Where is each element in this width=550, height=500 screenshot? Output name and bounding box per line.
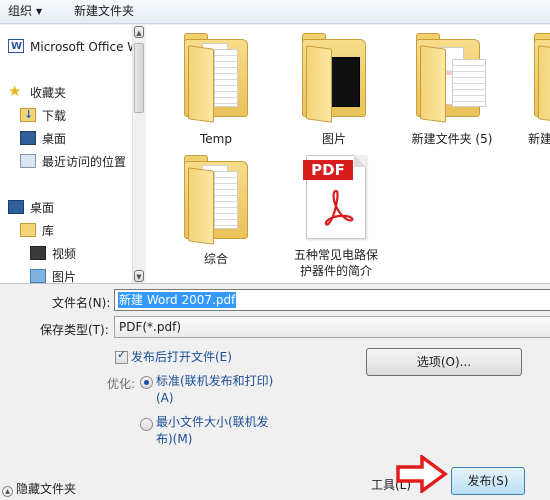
red-pointer-arrow-icon [396,455,448,493]
filetype-select[interactable]: PDF(*.pdf) [114,316,550,338]
nav-item-label: 图片 [52,270,77,283]
nav-item-desktop[interactable]: 桌面 [8,198,54,218]
file-item-new-partial[interactable]: 新建 [520,31,550,151]
file-item-temp[interactable]: Temp [166,31,266,151]
organize-label: 组织 [8,4,33,18]
pane-divider [0,283,550,284]
file-name: Temp [200,132,232,146]
nav-item-videos[interactable]: 视频 [30,244,76,264]
standard-label-line-2[interactable]: (A) [156,390,174,407]
nav-item-label: 最近访问的位置 [42,155,127,169]
star-icon [8,81,24,101]
hide-folders-toggle[interactable]: ▲ 隐藏文件夹 [2,480,76,497]
nav-item-pictures[interactable]: 图片 [30,267,76,283]
nav-item-label: 桌面 [30,201,55,215]
desktop-icon [20,131,36,145]
word-icon [8,37,24,57]
collapse-arrow-icon: ▲ [2,486,13,497]
library-icon [20,223,36,237]
options-button[interactable]: 选项(O)... [366,348,522,376]
open-after-publish-label[interactable]: 发布后打开文件(E) [131,349,232,366]
file-name: 综合 [203,252,228,266]
organize-menu-button[interactable]: 组织 ▼ [8,3,42,20]
standard-radio[interactable] [140,376,153,389]
nav-item-recent-places[interactable]: 最近访问的位置 [20,152,126,172]
filename-value: 新建 Word 2007.pdf [118,292,237,308]
file-name-line-1: 五种常见电路保 [293,248,378,262]
radio-selected-dot [144,380,149,385]
publish-button[interactable]: 发布(S) [451,467,525,495]
nav-item-microsoft-office-word[interactable]: Microsoft Office W [8,37,132,57]
file-item-general[interactable]: 综合 [166,153,266,266]
standard-label-line-1[interactable]: 标准(联机发布和打印) [156,373,273,390]
pdf-badge: PDF [303,160,353,180]
nav-item-downloads[interactable]: 下载 [20,105,67,126]
new-folder-button[interactable]: 新建文件夹 [74,3,134,20]
nav-item-label: 下载 [42,109,67,123]
filename-input[interactable]: 新建 Word 2007.pdf [114,289,550,311]
acrobat-logo-icon [324,189,354,226]
minimum-size-label-line-1[interactable]: 最小文件大小(联机发 [156,414,269,431]
file-item-pictures[interactable]: 图片 [284,31,384,151]
hide-folders-label: 隐藏文件夹 [16,482,77,496]
nav-item-label: Microsoft Office W [30,40,132,54]
nav-item-libraries[interactable]: 库 [20,221,54,241]
nav-item-label: 收藏夹 [30,86,67,100]
open-after-publish-checkbox[interactable]: ✓ [115,348,128,364]
scroll-down-icon[interactable]: ▼ [134,270,144,282]
file-list: Temp 图片 新建文件夹 (5) 新建 综合 PDF 五种常见电路保 护器件的… [146,25,550,283]
nav-scrollbar[interactable]: ▲ ▼ [132,25,144,283]
filetype-value: PDF(*.pdf) [119,320,182,334]
file-name: 图片 [321,132,346,146]
video-library-icon [30,246,46,260]
optimize-label: 优化: [107,377,136,391]
checkmark-icon: ✓ [117,348,127,361]
nav-item-favorites[interactable]: 收藏夹 [8,81,67,103]
filetype-label: 保存类型(T): [40,323,109,337]
file-name: 新建 [528,132,550,146]
dropdown-arrow-icon: ▼ [36,7,43,16]
file-name-line-2: 护器件的简介 [299,264,372,278]
scrollbar-thumb[interactable] [134,43,144,113]
file-item-new-folder-5[interactable]: 新建文件夹 (5) [402,31,502,151]
pdf-file-icon: PDF [303,155,366,239]
nav-item-label: 视频 [52,247,77,261]
nav-item-label: 桌面 [42,132,67,146]
filename-label: 文件名(N): [52,296,111,310]
download-folder-icon [20,105,36,125]
toolbar: 组织 ▼ 新建文件夹 [0,0,550,24]
nav-item-label: 库 [42,224,55,238]
nav-item-desktop-favorite[interactable]: 桌面 [20,129,66,149]
navigation-pane: Microsoft Office W 收藏夹 下载 桌面 最近访问的位置 桌面 … [0,25,132,283]
file-item-pdf[interactable]: PDF 五种常见电路保 护器件的简介 [276,153,396,283]
pictures-library-icon [30,269,46,283]
desktop-icon [8,200,24,214]
minimum-size-radio[interactable] [140,418,153,431]
recent-places-icon [20,154,36,168]
minimum-size-label-line-2[interactable]: 布)(M) [156,431,192,448]
file-name: 新建文件夹 (5) [411,132,493,146]
scroll-up-icon[interactable]: ▲ [134,26,144,38]
